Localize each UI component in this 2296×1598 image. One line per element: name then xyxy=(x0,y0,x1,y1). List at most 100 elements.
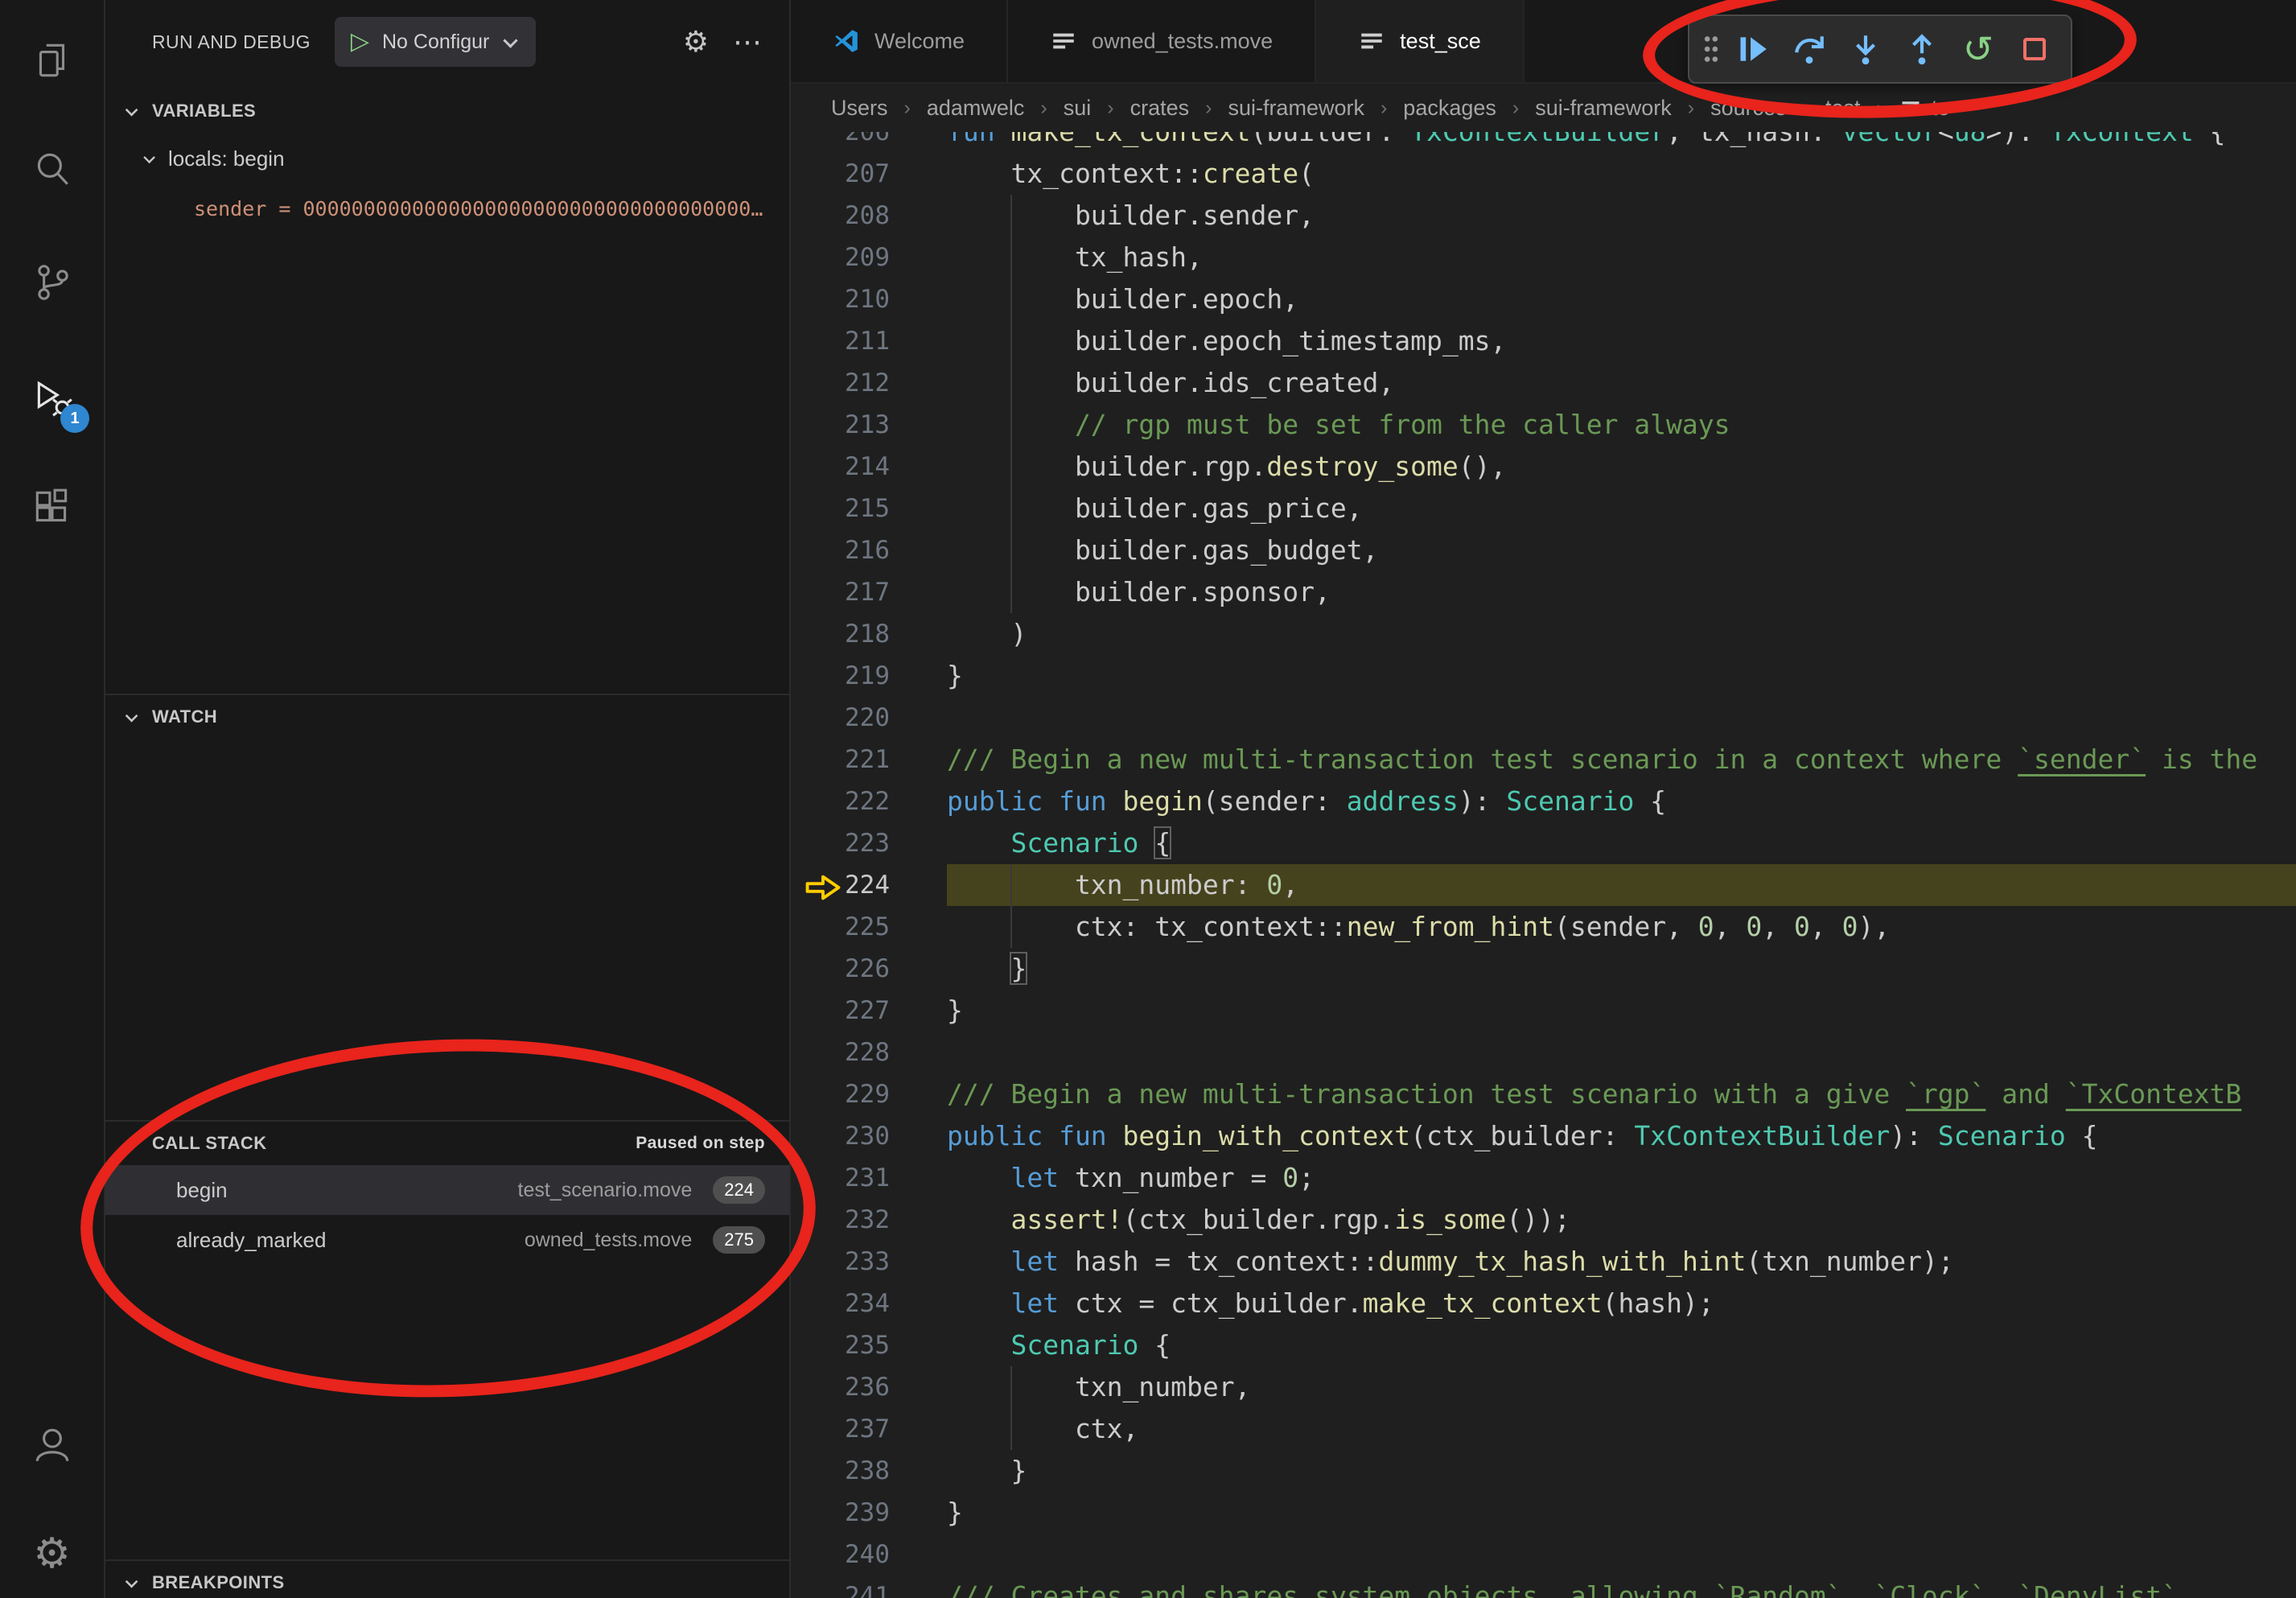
stop-button[interactable] xyxy=(2010,22,2059,76)
activity-item-settings[interactable]: ⚙ xyxy=(0,1509,104,1598)
line-number[interactable]: 211 xyxy=(791,320,947,362)
activity-item-search[interactable] xyxy=(0,126,104,214)
code-line[interactable]: 221/// Begin a new multi-transaction tes… xyxy=(791,739,2296,780)
line-number[interactable]: 227 xyxy=(791,990,947,1032)
line-number[interactable]: 235 xyxy=(791,1324,947,1366)
stack-frame-row[interactable]: begin test_scenario.move 224 xyxy=(105,1165,789,1215)
code-line[interactable]: 225 ctx: tx_context::new_from_hint(sende… xyxy=(791,906,2296,948)
code-line[interactable]: 230public fun begin_with_context(ctx_bui… xyxy=(791,1115,2296,1157)
tab-welcome[interactable]: Welcome xyxy=(791,0,1008,82)
code-line[interactable]: 210 builder.epoch, xyxy=(791,278,2296,320)
breadcrumb-item[interactable]: packages xyxy=(1403,96,1496,121)
line-number[interactable]: 213 xyxy=(791,404,947,446)
line-number[interactable]: 229 xyxy=(791,1073,947,1115)
code-line[interactable]: 222public fun begin(sender: address): Sc… xyxy=(791,780,2296,822)
code-line[interactable]: 223 Scenario { xyxy=(791,822,2296,864)
line-number[interactable]: 230 xyxy=(791,1115,947,1157)
tab-owned-tests[interactable]: owned_tests.move xyxy=(1008,0,1316,82)
line-number[interactable]: 238 xyxy=(791,1450,947,1492)
variables-section-header[interactable]: VARIABLES xyxy=(105,89,789,134)
breakpoints-section-header[interactable]: BREAKPOINTS xyxy=(105,1559,789,1598)
line-number[interactable]: 232 xyxy=(791,1199,947,1241)
line-number[interactable]: 216 xyxy=(791,529,947,571)
watch-section-header[interactable]: WATCH xyxy=(105,694,789,739)
code-line[interactable]: 240 xyxy=(791,1534,2296,1575)
line-number[interactable]: 225 xyxy=(791,906,947,948)
breadcrumb-file[interactable]: te xyxy=(1899,96,1950,121)
line-number[interactable]: 206 xyxy=(791,132,947,153)
line-number[interactable]: 207 xyxy=(791,153,947,195)
line-number[interactable]: 214 xyxy=(791,446,947,488)
line-number[interactable]: 221 xyxy=(791,739,947,780)
line-number[interactable]: 210 xyxy=(791,278,947,320)
code-line[interactable]: 237 ctx, xyxy=(791,1408,2296,1450)
line-number[interactable]: 228 xyxy=(791,1032,947,1073)
variables-scope-row[interactable]: locals: begin xyxy=(105,135,789,182)
debug-toolbar[interactable]: ↺ xyxy=(1688,14,2072,84)
activity-item-run-and-debug[interactable]: 1 xyxy=(0,354,104,443)
line-number[interactable]: 223 xyxy=(791,822,947,864)
line-number[interactable]: 239 xyxy=(791,1492,947,1534)
breadcrumb-item[interactable]: sui-framework xyxy=(1535,96,1672,121)
line-number[interactable]: 236 xyxy=(791,1366,947,1408)
breadcrumb-item[interactable]: test xyxy=(1825,96,1861,121)
code-line[interactable]: 218 ) xyxy=(791,613,2296,655)
debug-settings-gear-icon[interactable]: ⚙ xyxy=(683,27,709,56)
variable-row[interactable]: sender = 0000000000000000000000000000000… xyxy=(105,185,789,232)
line-number[interactable]: 220 xyxy=(791,697,947,739)
breadcrumb-item[interactable]: crates xyxy=(1130,96,1190,121)
activity-item-account[interactable] xyxy=(0,1400,104,1489)
tab-test-scenario[interactable]: test_sce xyxy=(1316,0,1524,82)
step-out-button[interactable] xyxy=(1897,22,1947,76)
code-line[interactable]: 220 xyxy=(791,697,2296,739)
code-editor[interactable]: 206fun make_tx_context(builder: TxContex… xyxy=(791,132,2296,1598)
code-line[interactable]: 207 tx_context::create( xyxy=(791,153,2296,195)
code-line[interactable]: 216 builder.gas_budget, xyxy=(791,529,2296,571)
code-line[interactable]: 213 // rgp must be set from the caller a… xyxy=(791,404,2296,446)
line-number[interactable]: 233 xyxy=(791,1241,947,1283)
line-number[interactable]: 215 xyxy=(791,488,947,529)
code-line[interactable]: 238 } xyxy=(791,1450,2296,1492)
code-line[interactable]: 235 Scenario { xyxy=(791,1324,2296,1366)
drag-grip-icon[interactable] xyxy=(1701,32,1722,66)
code-line[interactable]: 212 builder.ids_created, xyxy=(791,362,2296,404)
activity-item-extensions[interactable] xyxy=(0,463,104,552)
line-number[interactable]: 234 xyxy=(791,1283,947,1324)
activity-item-explorer[interactable] xyxy=(0,16,104,105)
code-line[interactable]: 239} xyxy=(791,1492,2296,1534)
code-line[interactable]: 227} xyxy=(791,990,2296,1032)
line-number[interactable]: 241 xyxy=(791,1575,947,1598)
code-line[interactable]: 234 let ctx = ctx_builder.make_tx_contex… xyxy=(791,1283,2296,1324)
code-line[interactable]: 224 txn_number: 0, xyxy=(791,864,2296,906)
code-line[interactable]: 233 let hash = tx_context::dummy_tx_hash… xyxy=(791,1241,2296,1283)
line-number[interactable]: 218 xyxy=(791,613,947,655)
line-number[interactable]: 208 xyxy=(791,195,947,237)
start-debugging-icon[interactable]: ▷ xyxy=(351,30,369,54)
line-number[interactable]: 219 xyxy=(791,655,947,697)
code-line[interactable]: 228 xyxy=(791,1032,2296,1073)
breadcrumb-item[interactable]: adamwelc xyxy=(927,96,1025,121)
breadcrumb-item[interactable]: sui-framework xyxy=(1228,96,1364,121)
breadcrumb-item[interactable]: Users xyxy=(831,96,888,121)
continue-button[interactable] xyxy=(1728,22,1778,76)
more-actions-icon[interactable]: ⋯ xyxy=(733,27,762,56)
code-line[interactable]: 208 builder.sender, xyxy=(791,195,2296,237)
breadcrumb-item[interactable]: sui xyxy=(1064,96,1092,121)
code-line[interactable]: 206fun make_tx_context(builder: TxContex… xyxy=(791,132,2296,153)
line-number[interactable]: 240 xyxy=(791,1534,947,1575)
call-stack-section-header[interactable]: CALL STACK Paused on step xyxy=(105,1120,789,1165)
line-number[interactable]: 231 xyxy=(791,1157,947,1199)
code-line[interactable]: 217 builder.sponsor, xyxy=(791,571,2296,613)
launch-configuration-dropdown[interactable]: ▷ No Configur xyxy=(335,17,536,67)
code-line[interactable]: 209 tx_hash, xyxy=(791,237,2296,278)
line-number[interactable]: 237 xyxy=(791,1408,947,1450)
breadcrumb-item[interactable]: sources xyxy=(1710,96,1787,121)
code-line[interactable]: 219} xyxy=(791,655,2296,697)
code-line[interactable]: 229/// Begin a new multi-transaction tes… xyxy=(791,1073,2296,1115)
step-over-button[interactable] xyxy=(1784,22,1834,76)
code-line[interactable]: 226 } xyxy=(791,948,2296,990)
code-line[interactable]: 231 let txn_number = 0; xyxy=(791,1157,2296,1199)
code-line[interactable]: 215 builder.gas_price, xyxy=(791,488,2296,529)
restart-button[interactable]: ↺ xyxy=(1953,22,2003,76)
activity-item-source-control[interactable] xyxy=(0,238,104,327)
